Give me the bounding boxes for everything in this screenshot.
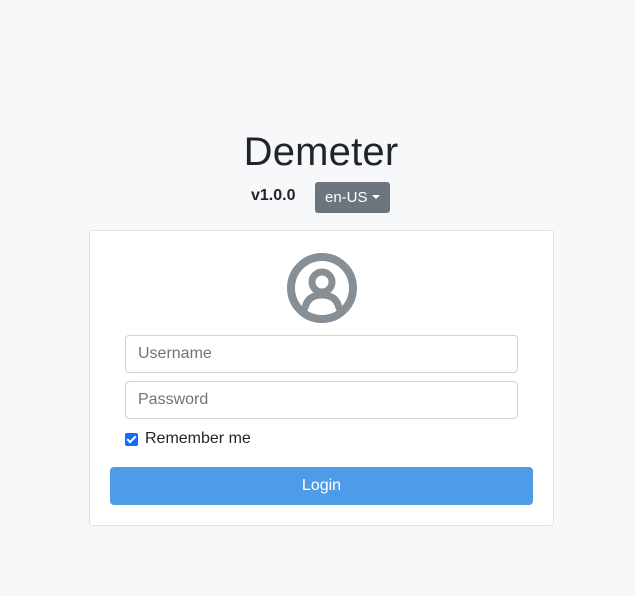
remember-me-checkbox[interactable] — [125, 432, 138, 446]
user-circle-icon — [287, 253, 357, 323]
remember-me-row[interactable]: Remember me — [125, 429, 251, 449]
version-label: v1.0.0 — [251, 187, 296, 204]
language-dropdown[interactable]: en-US — [315, 182, 390, 213]
login-card: Remember me Login — [89, 230, 554, 526]
login-button[interactable]: Login — [110, 467, 533, 505]
app-title: Demeter — [243, 130, 399, 174]
chevron-down-icon — [372, 195, 380, 199]
remember-me-label: Remember me — [145, 430, 251, 447]
language-label: en-US — [325, 189, 368, 206]
check-icon — [126, 433, 137, 443]
username-field[interactable] — [125, 335, 518, 373]
password-field[interactable] — [125, 381, 518, 419]
